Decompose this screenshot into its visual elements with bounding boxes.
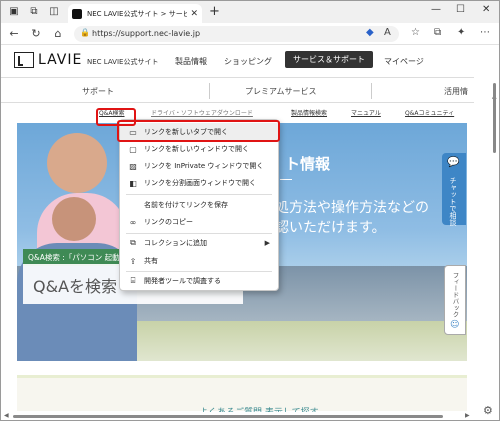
menu-label: リンクを InPrivate ウィンドウで開く	[144, 162, 264, 170]
lock-icon[interactable]: 🔒	[80, 28, 90, 37]
nav-products[interactable]: 製品情報	[175, 56, 207, 67]
qa-search-placeholder: Q&Aを検索	[33, 277, 118, 296]
divider	[209, 83, 210, 99]
home-icon[interactable]: ⌂	[51, 27, 65, 41]
settings-gear-icon[interactable]: ⚙	[483, 404, 493, 417]
back-icon[interactable]: ←	[7, 27, 21, 41]
subnav-premium[interactable]: プレミアムサービス	[245, 86, 316, 97]
logo-text: LAVIE	[38, 52, 83, 68]
workspaces-icon[interactable]: ⧉	[27, 5, 41, 19]
nav-service-support[interactable]: サービス＆サポート	[285, 51, 373, 68]
scroll-left-icon[interactable]: ◀	[4, 412, 9, 419]
tab-title: NEC LAVIE公式サイト > サービス＆サ	[87, 9, 188, 18]
menu-open-new-window[interactable]: ▢ リンクを新しいウィンドウで開く	[120, 140, 278, 158]
vertical-scrollbar[interactable]: ▲	[474, 45, 499, 412]
feedback-button[interactable]: フィードバック ☺	[444, 265, 466, 335]
faq-section: よくあるご質問 表示して探す	[17, 375, 467, 418]
menu-inspect-devtools[interactable]: ⌸ 開発者ツールで調査する	[120, 272, 278, 290]
browser-window: ▣ ⧉ ◫ NEC LAVIE公式サイト > サービス＆サ ✕ + — ☐ ✕ …	[0, 0, 500, 421]
tab-actions-icon[interactable]: ◫	[47, 5, 61, 19]
logo-mark	[14, 52, 34, 68]
link-driver-download[interactable]: ドライバ・ソフトウェアダウンロード	[151, 108, 253, 117]
menu-share[interactable]: ⇪ 共有	[120, 252, 278, 270]
devtools-icon: ⌸	[130, 276, 136, 285]
hero-underline	[280, 179, 292, 180]
nav-mypage[interactable]: マイページ	[384, 56, 424, 67]
menu-label: リンクを分割画面ウィンドウで開く	[144, 179, 256, 187]
navigation-bar: ← ↻ ⌂ 🔒 https://support.nec-lavie.jp ◆ A…	[1, 23, 499, 45]
address-bar[interactable]: 🔒 https://support.nec-lavie.jp	[74, 26, 399, 42]
more-menu-icon[interactable]: ⋯	[480, 27, 490, 38]
menu-label: リンクを新しいウィンドウで開く	[144, 145, 249, 153]
url-text: https://support.nec-lavie.jp	[92, 29, 201, 38]
horizontal-scrollbar[interactable]: ◀ ▶	[1, 412, 474, 420]
link-icon: ∞	[129, 217, 137, 227]
chat-consult-button[interactable]: 💬 チャットで相談	[442, 153, 466, 226]
menu-label: リンクのコピー	[144, 218, 193, 226]
submenu-arrow-icon: ▶	[264, 239, 270, 247]
menu-label: コレクションに追加	[144, 239, 207, 247]
menu-label: 開発者ツールで調査する	[144, 277, 221, 285]
lavie-logo[interactable]: LAVIE	[14, 52, 82, 68]
chat-label: チャットで相談	[449, 177, 457, 226]
subnav-support[interactable]: サポート	[82, 86, 114, 97]
chat-icon: 💬	[447, 157, 460, 168]
menu-divider	[126, 194, 272, 195]
sub-navigation: サポート プレミアムサービス 活用情	[1, 77, 474, 103]
nav-shopping[interactable]: ショッピング	[224, 56, 272, 67]
split-screen-icon: ◧	[129, 178, 137, 188]
collections-icon[interactable]: ⧉	[434, 27, 441, 38]
menu-label: 共有	[144, 257, 158, 265]
feedback-label: フィードバック	[451, 272, 459, 318]
hero-subtitle-line1: 処方法や操作方法などの	[275, 200, 429, 216]
tag-icon[interactable]: ◆	[366, 27, 374, 38]
close-window-icon[interactable]: ✕	[482, 4, 490, 15]
menu-open-inprivate[interactable]: ▨ リンクを InPrivate ウィンドウで開く	[120, 157, 278, 175]
site-name: NEC LAVIE公式サイト	[87, 58, 159, 66]
subnav-usage[interactable]: 活用情	[444, 86, 468, 97]
vertical-scroll-thumb[interactable]	[493, 83, 496, 153]
inprivate-icon: ▨	[129, 161, 137, 171]
hero-title: ト情報	[285, 155, 331, 173]
horizontal-scroll-thumb[interactable]	[13, 415, 443, 418]
link-manual[interactable]: マニュアル	[351, 108, 381, 117]
site-favicon	[72, 8, 82, 19]
child-face	[47, 133, 107, 193]
menu-copy-link[interactable]: ∞ リンクのコピー	[120, 213, 278, 231]
divider	[371, 83, 372, 99]
smiley-icon: ☺	[450, 320, 460, 330]
minimize-icon[interactable]: —	[431, 4, 441, 15]
menu-save-link[interactable]: 名前を付けてリンクを保存	[120, 196, 278, 214]
menu-label: 名前を付けてリンクを保存	[144, 201, 228, 209]
highlight-open-new-tab	[117, 120, 280, 142]
context-menu: ▭ リンクを新しいタブで開く ▢ リンクを新しいウィンドウで開く ▨ リンクを …	[119, 119, 279, 291]
hero-subtitle-line2: 認いただけます。	[275, 220, 386, 236]
favorites-icon[interactable]: ☆	[411, 27, 420, 38]
app-icon[interactable]: ▣	[7, 5, 21, 19]
scroll-right-icon[interactable]: ▶	[465, 412, 470, 419]
copilot-icon[interactable]: ✦	[457, 27, 465, 38]
share-icon: ⇪	[129, 256, 137, 266]
parent-face	[52, 197, 96, 241]
active-tab[interactable]: NEC LAVIE公式サイト > サービス＆サ ✕	[68, 4, 202, 23]
close-tab-icon[interactable]: ✕	[190, 9, 198, 19]
tab-bar: ▣ ⧉ ◫ NEC LAVIE公式サイト > サービス＆サ ✕ + — ☐ ✕	[1, 1, 499, 23]
site-header: LAVIE NEC LAVIE公式サイト 製品情報 ショッピング サービス＆サポ…	[1, 45, 474, 77]
collections-icon: ⧉	[130, 238, 136, 247]
link-product-search[interactable]: 製品情報検索	[291, 108, 327, 117]
menu-open-split-screen[interactable]: ◧ リンクを分割画面ウィンドウで開く	[120, 174, 278, 192]
new-window-icon: ▢	[129, 144, 137, 154]
menu-add-to-collections[interactable]: ⧉ コレクションに追加 ▶	[120, 234, 278, 252]
refresh-icon[interactable]: ↻	[29, 27, 43, 41]
new-tab-button[interactable]: +	[209, 4, 220, 19]
read-aloud-icon[interactable]: A	[384, 27, 391, 38]
maximize-icon[interactable]: ☐	[456, 4, 465, 15]
link-qa-community[interactable]: Q&Aコミュニティ	[405, 108, 454, 117]
